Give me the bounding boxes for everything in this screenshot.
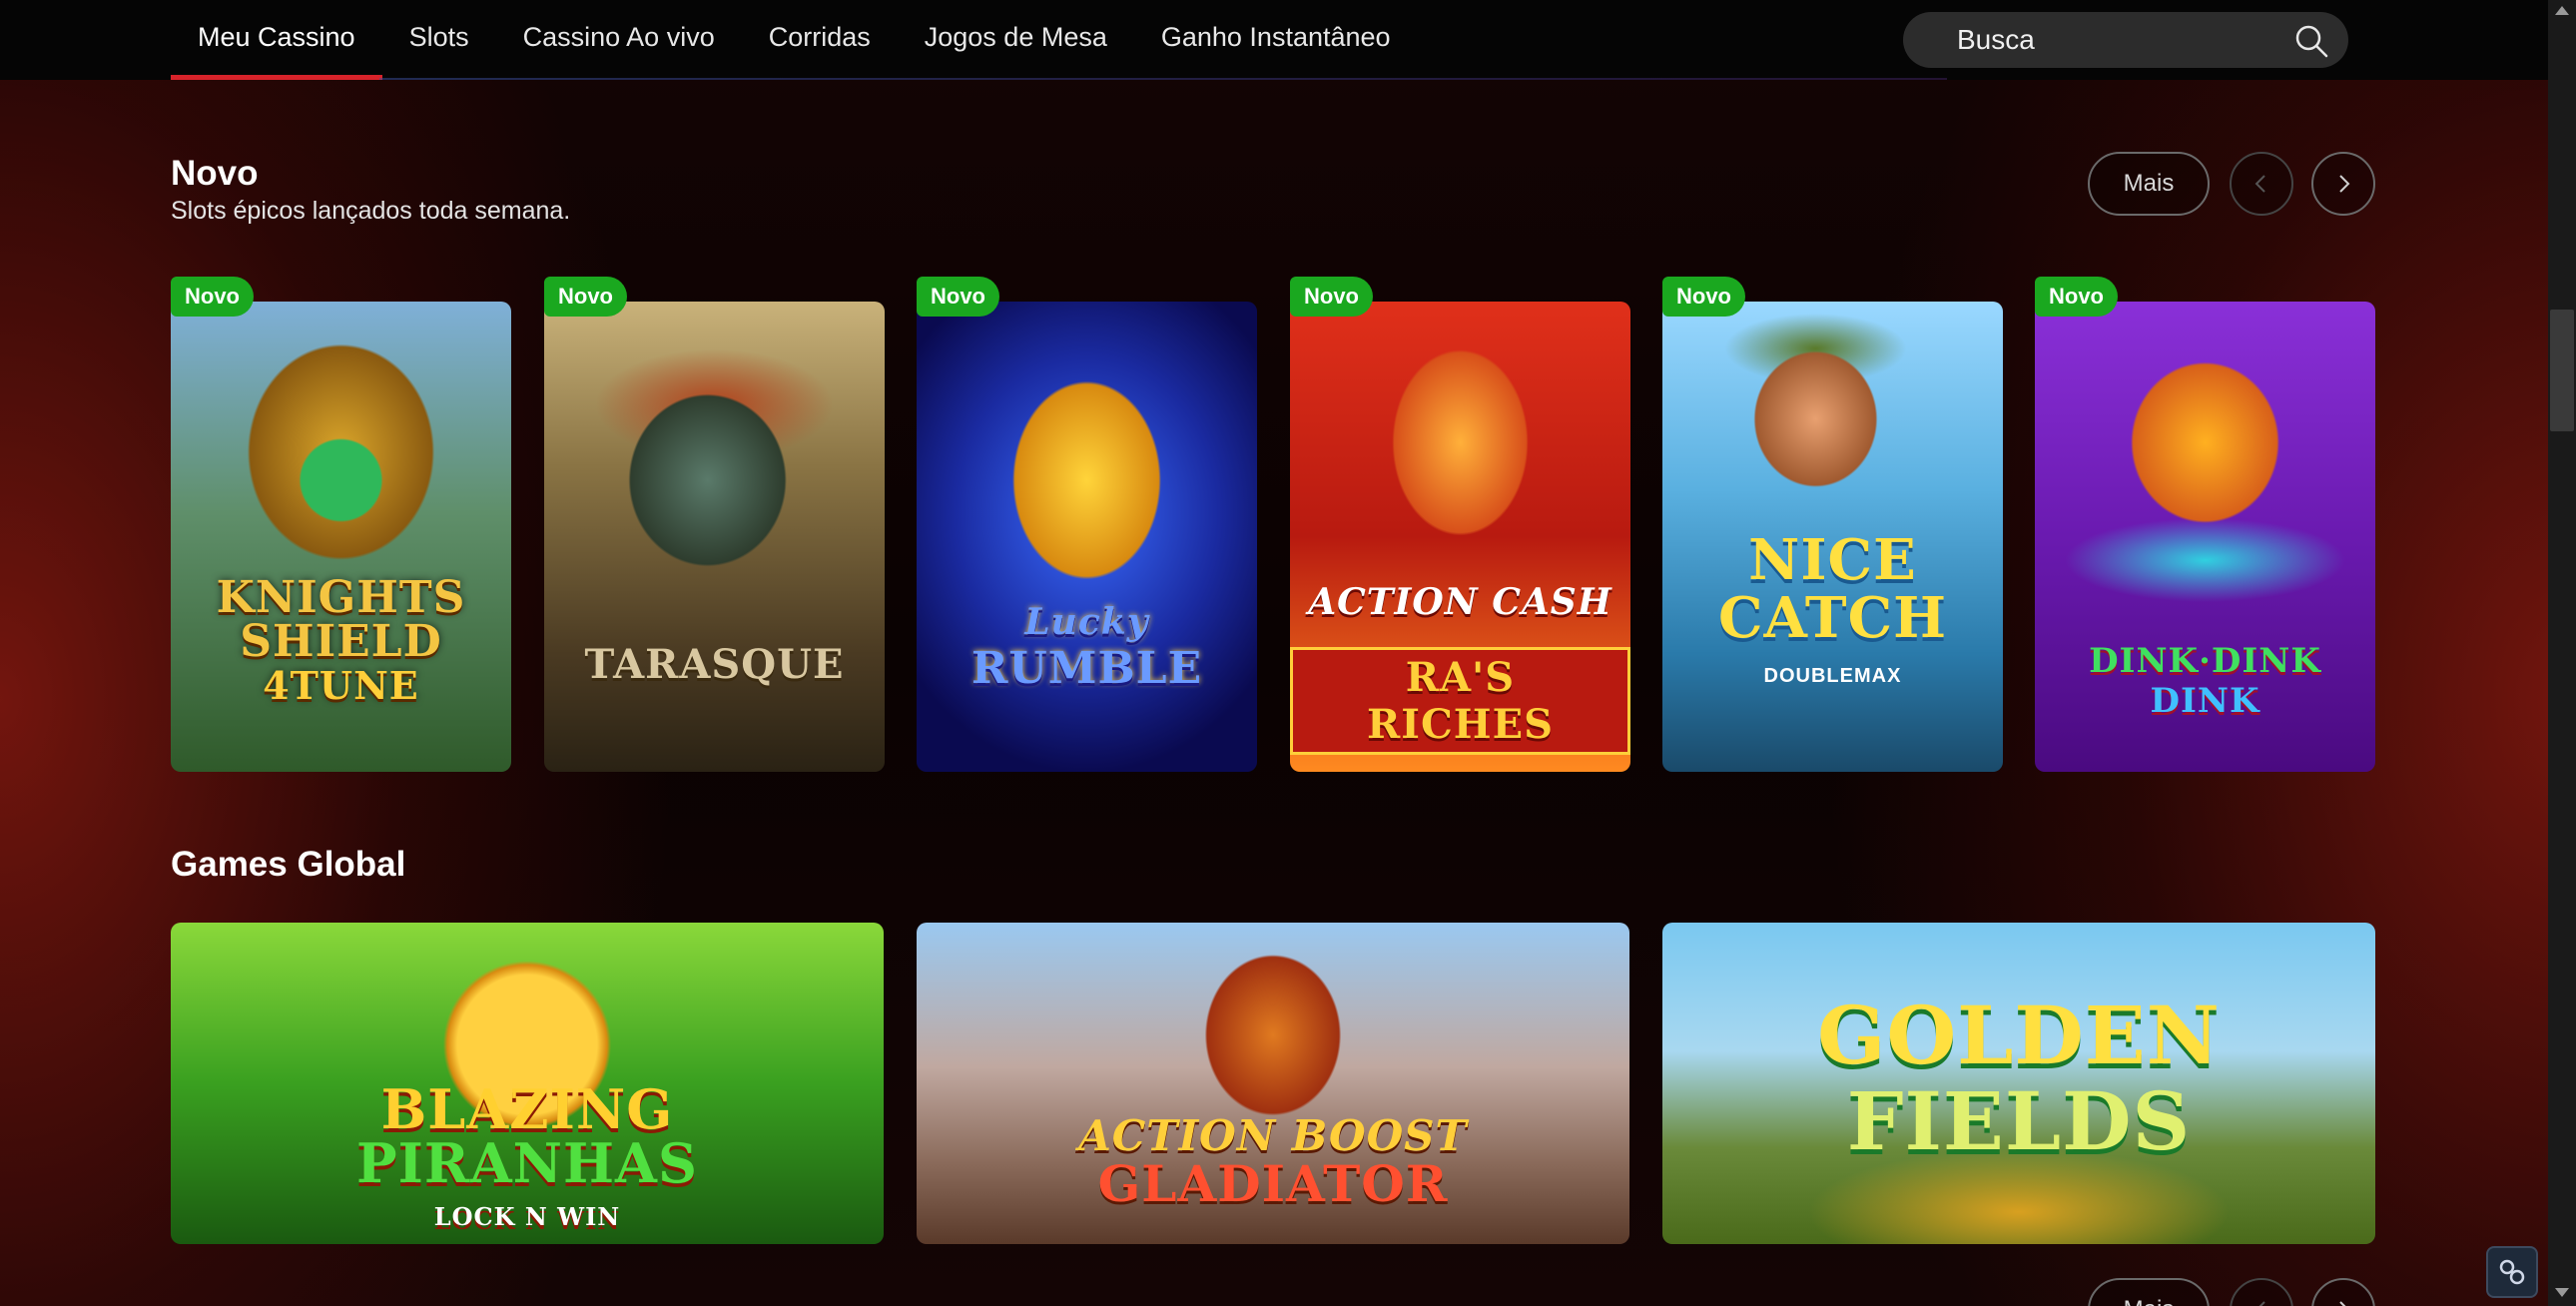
title-line: DOUBLEMAX — [1763, 665, 1902, 687]
game-card-knights-shield[interactable]: KNIGHTS SHIELD 4TUNE — [171, 302, 511, 772]
scroll-down-arrow-icon[interactable] — [2555, 1288, 2569, 1297]
title-line: TARASQUE — [584, 641, 845, 688]
chevron-left-icon — [2258, 1301, 2265, 1306]
chevron-right-icon — [2339, 1301, 2346, 1306]
game-card-golden-fields[interactable]: GOLDEN FIELDS — [1662, 923, 2375, 1244]
link-icon — [2499, 1259, 2525, 1285]
game-card-tarasque[interactable]: TARASQUE — [544, 302, 885, 772]
title-line: CATCH — [1717, 585, 1948, 651]
game-card-lucky-rumble[interactable]: Lucky RUMBLE — [917, 302, 1257, 772]
title-line: ACTION CASH — [1308, 581, 1612, 623]
novo-prev-button[interactable] — [2230, 152, 2293, 216]
game-title-art: ACTION BOOST GLADIATOR — [917, 1111, 1629, 1213]
floating-widget-button[interactable] — [2486, 1246, 2538, 1298]
new-badge: Novo — [171, 277, 254, 317]
title-line: ACTION BOOST — [1078, 1111, 1468, 1160]
nav-divider — [379, 78, 1947, 80]
nav-item-jogos-de-mesa[interactable]: Jogos de Mesa — [898, 0, 1134, 80]
section-subtitle-novo: Slots épicos lançados toda semana. — [171, 197, 571, 225]
new-badge: Novo — [917, 277, 999, 317]
title-line: LOCK N WIN — [433, 1202, 621, 1231]
section-title-novo: Novo — [171, 154, 259, 193]
nav-item-ganho-instantaneo[interactable]: Ganho Instantâneo — [1134, 0, 1418, 80]
game-title-art: TARASQUE — [544, 641, 885, 688]
nav-item-meu-cassino[interactable]: Meu Cassino — [171, 0, 382, 80]
game-title-art: Lucky RUMBLE — [917, 601, 1257, 694]
game-card-action-cash-ras-riches[interactable]: ACTION CASH RA'S RICHES — [1290, 302, 1630, 772]
title-line: RUMBLE — [970, 643, 1203, 694]
new-badge: Novo — [1662, 277, 1745, 317]
title-line: DINK·DINK — [2089, 641, 2321, 681]
lucky-rumble-art — [917, 302, 1257, 772]
game-title-art: ACTION CASH RA'S RICHES — [1290, 581, 1630, 755]
game-title-art: KNIGHTS SHIELD 4TUNE — [171, 576, 511, 708]
title-line: SHIELD — [240, 616, 442, 667]
game-card-blazing-piranhas[interactable]: BLAZING PIRANHAS LOCK N WIN — [171, 923, 884, 1244]
game-title-art: BLAZING PIRANHAS LOCK N WIN — [171, 1082, 884, 1244]
scrollbar-thumb[interactable] — [2550, 310, 2574, 431]
top-navigation-bar: Meu Cassino Slots Cassino Ao vivo Corrid… — [0, 0, 2548, 80]
game-card-action-boost-gladiator[interactable]: ACTION BOOST GLADIATOR — [917, 923, 1629, 1244]
chevron-left-icon — [2254, 175, 2265, 193]
title-line: Lucky — [1024, 601, 1149, 643]
nav-item-slots[interactable]: Slots — [382, 0, 496, 80]
title-line: NICE — [1748, 527, 1917, 593]
search-input[interactable]: Busca — [1903, 12, 2348, 68]
games-global-more-button[interactable]: Mais — [2088, 1278, 2210, 1306]
scroll-up-arrow-icon[interactable] — [2555, 6, 2569, 15]
game-title-art: DINK·DINK DINK — [2035, 641, 2375, 721]
novo-next-button[interactable] — [2311, 152, 2375, 216]
new-badge: Novo — [1290, 277, 1373, 317]
title-line: 4TUNE — [263, 663, 419, 708]
title-line: KNIGHTS — [216, 572, 466, 623]
page-scrollbar[interactable] — [2548, 0, 2576, 1306]
new-badge: Novo — [544, 277, 627, 317]
title-line: GLADIATOR — [1097, 1154, 1449, 1213]
new-badge: Novo — [2035, 277, 2118, 317]
chevron-right-icon — [2339, 175, 2350, 193]
tarasque-art — [544, 302, 885, 772]
main-nav: Meu Cassino Slots Cassino Ao vivo Corrid… — [171, 0, 1418, 80]
title-line: FIELDS — [1846, 1074, 2192, 1168]
game-title-art: NICE CATCH DOUBLEMAX — [1662, 531, 2003, 705]
section-title-games-global: Games Global — [171, 845, 406, 884]
game-card-nice-catch[interactable]: NICE CATCH DOUBLEMAX — [1662, 302, 2003, 772]
title-line: PIRANHAS — [356, 1131, 698, 1195]
title-line: RA'S RICHES — [1290, 647, 1630, 755]
nav-item-cassino-ao-vivo[interactable]: Cassino Ao vivo — [496, 0, 742, 80]
title-line: BLAZING — [380, 1077, 674, 1141]
nav-item-corridas[interactable]: Corridas — [742, 0, 898, 80]
search-icon[interactable] — [2294, 24, 2328, 58]
novo-more-button[interactable]: Mais — [2088, 152, 2210, 216]
title-line: DINK — [2150, 681, 2260, 721]
game-card-dink-dink-dink[interactable]: DINK·DINK DINK — [2035, 302, 2375, 772]
search-placeholder: Busca — [1957, 24, 2035, 55]
game-title-art: GOLDEN FIELDS — [1662, 992, 2375, 1164]
title-line: GOLDEN — [1817, 988, 2221, 1082]
